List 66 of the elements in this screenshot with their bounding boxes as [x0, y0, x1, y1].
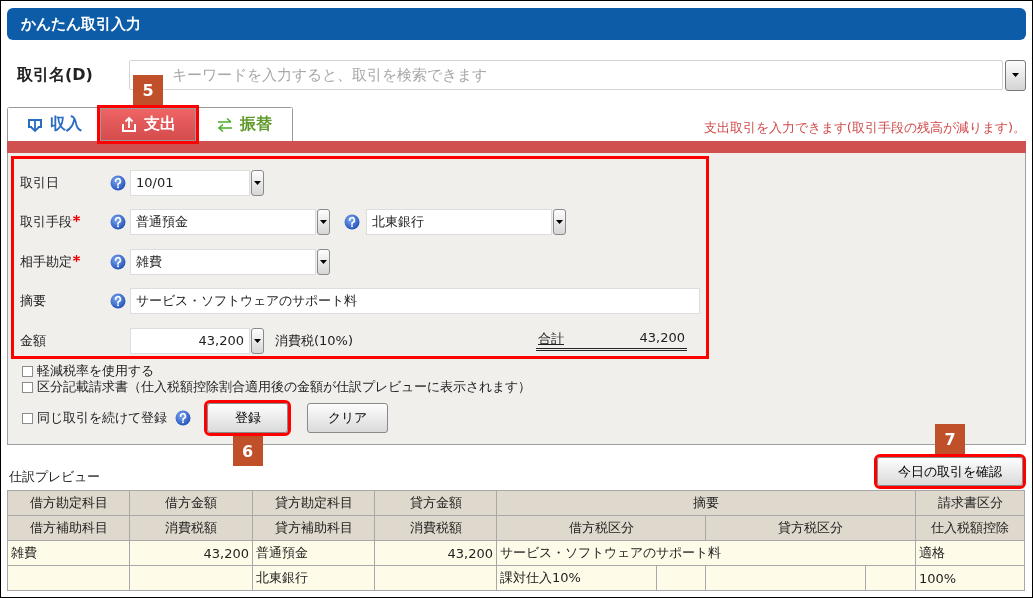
checkbox[interactable] [22, 365, 33, 377]
column-header: 貸方金額 [374, 490, 497, 516]
caret-icon [320, 220, 327, 225]
column-header: 消費税額 [374, 515, 497, 541]
dropdown-button[interactable] [317, 209, 330, 236]
text-field[interactable]: サービス・ソフトウェアのサポート料 [130, 288, 700, 315]
column-header: 仕入税額控除 [915, 515, 1025, 541]
arrows-icon [216, 116, 234, 133]
checkbox-label: 区分記載請求書（仕入税額控除割合適用後の金額が仕訳プレビューに表示されます） [37, 378, 531, 396]
field-label: 取引手段 [20, 213, 72, 232]
column-header: 摘要 [496, 490, 916, 516]
column-header: 請求書区分 [915, 490, 1025, 516]
table-cell: 43,200 [129, 540, 253, 566]
column-header: 借方勘定科目 [7, 490, 130, 516]
dropdown-button[interactable] [251, 169, 264, 196]
dropdown-button[interactable] [251, 327, 264, 354]
table-cell: 北東銀行 [252, 565, 375, 591]
field-label: 相手勘定 [20, 252, 72, 271]
step-badge: 6 [232, 436, 263, 466]
select-field[interactable]: 普通預金 [130, 209, 316, 236]
tax-label: 消費税(10%) [275, 331, 354, 350]
select-field[interactable]: 雑費 [130, 248, 316, 275]
amount-field[interactable]: 43,200 [130, 327, 250, 354]
table-cell: 雑費 [7, 540, 130, 566]
field-label: 取引日 [20, 173, 59, 192]
step-badge: 7 [935, 424, 965, 454]
table-cell: 普通預金 [252, 540, 375, 566]
field-label: 摘要 [20, 292, 46, 311]
field-label: 取引名(D) [16, 64, 94, 86]
upload-icon [120, 116, 138, 133]
download-icon [26, 116, 44, 133]
info-message: 支出取引を入力できます(取引手段の残高が減ります)。 [703, 119, 1026, 137]
caret-icon [254, 180, 261, 185]
caret-icon [254, 338, 261, 343]
tab[interactable]: 収入 [8, 108, 100, 141]
checkbox[interactable] [22, 381, 33, 393]
column-header: 借方税区分 [496, 515, 706, 541]
checkbox-label: 軽減税率を使用する [37, 362, 154, 380]
clear-button[interactable]: クリア [307, 403, 388, 433]
column-header: 貸方補助科目 [252, 515, 375, 541]
column-header: 借方金額 [129, 490, 253, 516]
checkbox[interactable] [22, 412, 33, 424]
table-cell: 課対仕入10% [496, 565, 657, 591]
table-cell: 100% [915, 565, 1025, 591]
column-header: 貸方税区分 [705, 515, 916, 541]
caret-icon [556, 220, 563, 225]
caret-icon [320, 259, 327, 264]
section-title: 仕訳プレビュー [9, 468, 100, 486]
dropdown-button[interactable] [317, 248, 330, 275]
column-header: 消費税額 [129, 515, 253, 541]
dropdown-button[interactable] [553, 209, 566, 236]
caret-icon [1012, 73, 1019, 77]
dropdown-button[interactable] [1005, 59, 1026, 91]
field-label: 金額 [20, 331, 46, 350]
table-cell: サービス・ソフトウェアのサポート料 [496, 540, 916, 566]
select-field[interactable]: 10/01 [130, 169, 250, 196]
checkbox-label: 同じ取引を続けて登録 [37, 409, 167, 427]
select-field[interactable]: 北東銀行 [366, 209, 552, 236]
step-badge: 5 [133, 75, 163, 105]
column-header: 貸方勘定科目 [252, 490, 375, 516]
table-cell: 43,200 [374, 540, 497, 566]
column-header: 借方補助科目 [7, 515, 130, 541]
table-cell: 適格 [915, 540, 1025, 566]
title-bar: かんたん取引入力 [7, 8, 1026, 40]
total-label: 合計 [538, 330, 564, 349]
total-value: 43,200 [639, 330, 685, 348]
